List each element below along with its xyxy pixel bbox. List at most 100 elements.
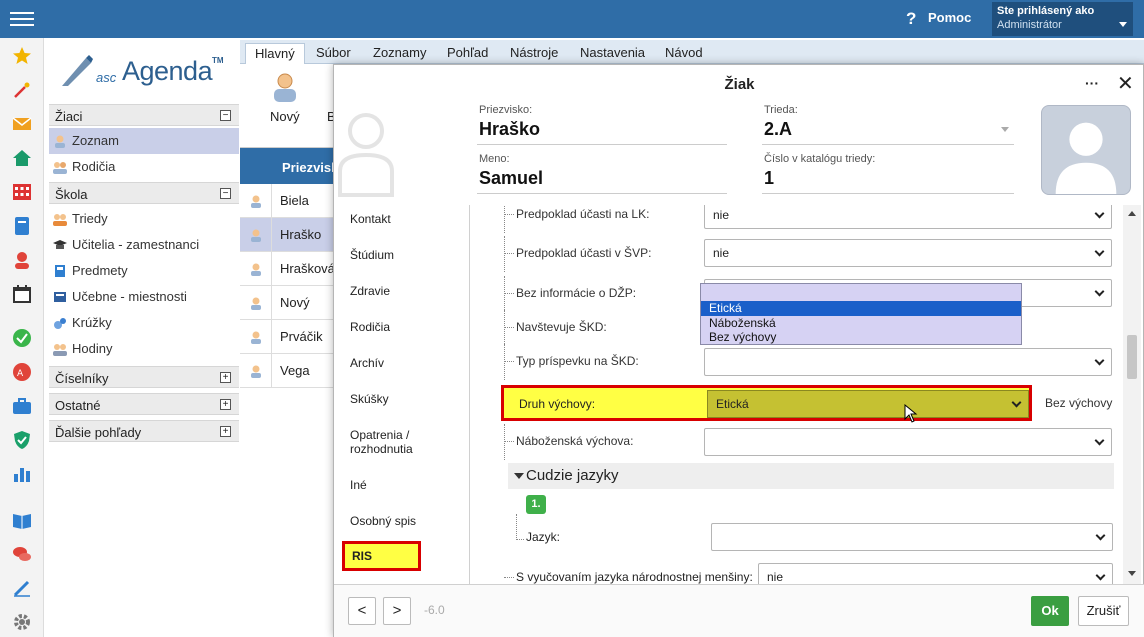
skd-type-select[interactable] xyxy=(704,348,1112,376)
sidebar-item-hodiny[interactable]: Hodiny xyxy=(49,336,239,362)
new-student-icon[interactable] xyxy=(272,72,298,102)
section-cudzie-jazyky[interactable]: Cudzie jazyky xyxy=(508,463,1114,489)
druh-vychovy-dropdown[interactable]: Etická Náboženská Bez výchovy xyxy=(700,283,1022,345)
check-circle-icon[interactable] xyxy=(12,328,32,348)
lk-select[interactable]: nie xyxy=(704,205,1112,229)
help-link[interactable]: Pomoc xyxy=(928,10,971,25)
tab-nastavenia[interactable]: Nastavenia xyxy=(571,43,654,64)
calendar-icon[interactable] xyxy=(12,284,32,304)
star-icon[interactable] xyxy=(12,46,32,66)
scroll-thumb[interactable] xyxy=(1127,335,1137,379)
chevron-down-icon[interactable] xyxy=(1001,127,1009,132)
graduation-cap-icon xyxy=(53,240,67,249)
sidebar-item-triedy[interactable]: Triedy xyxy=(49,206,239,232)
more-icon[interactable]: ··· xyxy=(1085,75,1099,91)
side-tab-zdravie[interactable]: Zdravie xyxy=(350,284,390,298)
student-name: Vega xyxy=(280,363,310,378)
person-icon[interactable] xyxy=(12,250,32,270)
sidebar-item-kruzky[interactable]: Krúžky xyxy=(49,310,239,336)
tab-hlavny[interactable]: Hlavný xyxy=(245,43,305,64)
user-menu[interactable]: Ste prihlásený ako Administrátor xyxy=(992,2,1133,36)
sidebar-item-zoznam[interactable]: Zoznam xyxy=(49,128,239,154)
avatar[interactable] xyxy=(1041,105,1131,195)
firstname-value[interactable]: Samuel xyxy=(479,168,543,189)
grid-header-label[interactable]: Priezvisk xyxy=(282,160,338,175)
sidebar-group-ciselniky[interactable]: Číselníky + xyxy=(49,366,239,388)
collapse-icon[interactable]: − xyxy=(220,188,231,199)
firstname-underline xyxy=(477,193,727,194)
table-row[interactable]: Prváčik xyxy=(240,320,334,354)
sidebar-group-skola[interactable]: Škola − xyxy=(49,182,239,204)
side-tab-archiv[interactable]: Archív xyxy=(350,356,384,370)
briefcase-icon[interactable] xyxy=(12,396,32,416)
table-row[interactable]: Nový xyxy=(240,286,334,320)
nabozenska-select[interactable] xyxy=(704,428,1112,456)
dropdown-option-empty[interactable] xyxy=(701,286,1021,301)
sidebar-item-rodicia[interactable]: Rodičia xyxy=(49,154,239,180)
cancel-button[interactable]: Zrušiť xyxy=(1078,596,1129,626)
chat-icon[interactable] xyxy=(12,544,32,564)
catalog-value[interactable]: 1 xyxy=(764,168,774,189)
next-button[interactable]: > xyxy=(383,597,411,625)
table-row[interactable]: Biela xyxy=(240,184,334,218)
timetable-icon[interactable] xyxy=(12,182,32,202)
grade-icon[interactable]: A xyxy=(12,362,32,382)
side-tab-rodicia[interactable]: Rodičia xyxy=(350,320,390,334)
svp-select[interactable]: nie xyxy=(704,239,1112,267)
side-tab-studium[interactable]: Štúdium xyxy=(350,248,394,262)
pen-icon[interactable] xyxy=(12,578,32,598)
side-tab-skusky[interactable]: Skúšky xyxy=(350,392,389,406)
expand-icon[interactable]: + xyxy=(220,426,231,437)
document-icon[interactable] xyxy=(12,216,32,236)
close-icon[interactable]: ✕ xyxy=(1117,71,1134,96)
jazyk-select[interactable] xyxy=(711,523,1113,551)
previous-button[interactable]: < xyxy=(348,597,376,625)
tab-zoznamy[interactable]: Zoznamy xyxy=(364,43,435,64)
dropdown-option-nabozenska[interactable]: Náboženská xyxy=(701,316,1021,331)
sidebar-group-ostatne[interactable]: Ostatné + xyxy=(49,393,239,415)
narodnostna-mensina-select[interactable]: nie xyxy=(758,563,1113,584)
dropdown-option-bez-vychovy[interactable]: Bez výchovy xyxy=(701,330,1021,345)
side-tab-ine[interactable]: Iné xyxy=(350,478,367,492)
tab-nastroje[interactable]: Nástroje xyxy=(501,43,567,64)
table-row[interactable]: Vega xyxy=(240,354,334,388)
bar-chart-icon[interactable] xyxy=(12,464,32,484)
book-icon[interactable] xyxy=(12,510,32,530)
class-value[interactable]: 2.A xyxy=(764,119,792,140)
side-tab-opatrenia[interactable]: Opatrenia / xyxy=(350,428,409,442)
magic-wand-icon[interactable] xyxy=(12,80,32,100)
table-row[interactable]: Hrašková xyxy=(240,252,335,286)
mail-icon[interactable] xyxy=(12,114,32,134)
druh-vychovy-label: Druh výchovy: xyxy=(519,397,596,411)
scroll-down-icon[interactable] xyxy=(1128,571,1136,576)
sidebar-group-dalsie[interactable]: Ďalšie pohľady + xyxy=(49,420,239,442)
side-tab-opatrenia-line2[interactable]: rozhodnutia xyxy=(350,442,413,456)
form-scrollbar[interactable] xyxy=(1123,205,1141,584)
side-tab-osobny-spis[interactable]: Osobný spis xyxy=(350,514,416,528)
druh-vychovy-select[interactable]: Etická xyxy=(707,390,1029,418)
gear-icon[interactable] xyxy=(12,612,32,632)
expand-icon[interactable]: + xyxy=(220,372,231,383)
tab-navod[interactable]: Návod xyxy=(656,43,712,64)
sidebar-item-ucitelia[interactable]: Učitelia - zamestnanci xyxy=(49,232,239,258)
ok-button[interactable]: Ok xyxy=(1031,596,1069,626)
sidebar-item-predmety[interactable]: Predmety xyxy=(49,258,239,284)
sidebar-group-ziaci[interactable]: Žiaci − xyxy=(49,104,239,126)
home-icon[interactable] xyxy=(12,148,32,168)
hamburger-menu-icon[interactable] xyxy=(10,8,34,30)
help-icon[interactable]: ? xyxy=(906,9,922,28)
tab-pohlad[interactable]: Pohľad xyxy=(438,43,497,64)
collapse-icon[interactable]: − xyxy=(220,110,231,121)
sidebar-item-ucebne[interactable]: Učebne - miestnosti xyxy=(49,284,239,310)
expand-icon[interactable]: + xyxy=(220,399,231,410)
table-row[interactable]: Hraško xyxy=(240,218,334,252)
ribbon-tabs: Hlavný Súbor Zoznamy Pohľad Nástroje Nas… xyxy=(240,40,1144,64)
new-button[interactable]: Nový xyxy=(270,109,300,124)
tab-subor[interactable]: Súbor xyxy=(307,43,360,64)
side-tab-kontakt[interactable]: Kontakt xyxy=(350,212,391,226)
dropdown-option-eticka[interactable]: Etická xyxy=(701,301,1021,316)
surname-value[interactable]: Hraško xyxy=(479,119,540,140)
scroll-up-icon[interactable] xyxy=(1128,211,1136,216)
side-tab-ris[interactable]: RIS xyxy=(342,541,421,571)
shield-icon[interactable] xyxy=(12,430,32,450)
